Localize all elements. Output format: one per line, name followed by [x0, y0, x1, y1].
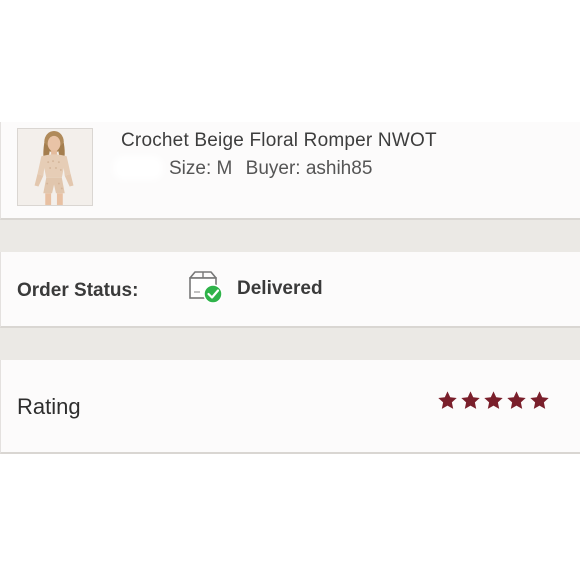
order-status-label: Order Status:	[17, 280, 139, 301]
buyer-username[interactable]: Buyer: ashih85	[246, 158, 373, 179]
redacted-area	[113, 156, 163, 180]
rating-label: Rating	[17, 394, 81, 419]
order-status-value: Delivered	[237, 278, 323, 299]
star-icon	[530, 391, 549, 409]
product-thumbnail[interactable]	[17, 128, 93, 206]
section-divider	[0, 220, 580, 252]
product-title[interactable]: Crochet Beige Floral Romper NWOT	[121, 130, 437, 152]
section-divider	[0, 328, 580, 360]
rating-stars	[437, 390, 550, 412]
box-delivered-check-icon	[189, 271, 223, 304]
star-icon	[507, 391, 526, 409]
rating-row: Rating	[0, 360, 580, 454]
order-details-screen: Crochet Beige Floral Romper NWOT Size: M…	[0, 0, 580, 580]
product-meta: Size: M Buyer: ashih85	[169, 158, 380, 180]
star-icon	[438, 391, 457, 409]
star-icon	[461, 391, 480, 409]
product-row[interactable]: Crochet Beige Floral Romper NWOT Size: M…	[0, 122, 580, 220]
product-size: Size: M	[169, 158, 233, 179]
romper-photo	[18, 129, 92, 205]
order-status-row: Order Status: Delivered	[0, 252, 580, 328]
star-icon	[484, 391, 503, 409]
